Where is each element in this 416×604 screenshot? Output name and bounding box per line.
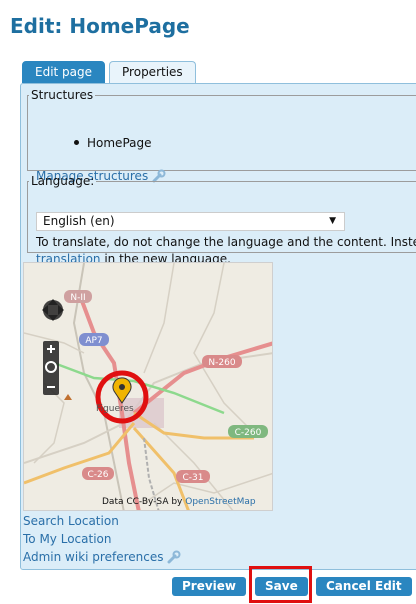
wrench-icon — [167, 550, 181, 564]
search-location-link[interactable]: Search Location — [23, 514, 119, 528]
structures-fieldset: Structures HomePage Manage structures — [27, 88, 416, 183]
road-label-c-260: C-260 — [235, 428, 262, 438]
language-selected-value: English (en) — [43, 214, 115, 228]
structure-name[interactable]: HomePage — [87, 136, 152, 150]
admin-wiki-preferences-label: Admin wiki preferences — [23, 550, 164, 564]
road-label-n-260: N-260 — [208, 358, 235, 368]
map-attribution: Data CC-By-SA by OpenStreetMap — [102, 497, 256, 507]
road-shield: AP7 — [79, 333, 109, 346]
preview-button[interactable]: Preview — [172, 577, 247, 596]
save-button[interactable]: Save — [255, 577, 308, 596]
location-map[interactable]: N-II AP7 N-260 C-260 C-26 C-31 Figueres … — [23, 262, 273, 511]
tab-bar: Edit page Properties — [22, 61, 200, 83]
page-title: Edit: HomePage — [10, 14, 190, 38]
admin-wiki-preferences-link[interactable]: Admin wiki preferences — [23, 550, 181, 564]
map-canvas[interactable]: N-II AP7 N-260 C-260 C-26 C-31 Figueres — [24, 263, 273, 511]
structures-legend: Structures — [31, 88, 94, 102]
map-attribution-text: Data CC-By-SA by — [102, 497, 186, 507]
road-label-c-26: C-26 — [88, 470, 109, 480]
openstreetmap-link[interactable]: OpenStreetMap — [185, 497, 255, 507]
my-location-link[interactable]: To My Location — [23, 532, 111, 546]
road-shield: N-II — [64, 290, 92, 303]
translation-note-text: To translate, do not change the language… — [36, 235, 416, 249]
road-shield: N-260 — [202, 355, 242, 368]
tab-properties[interactable]: Properties — [109, 61, 196, 83]
dropdown-arrow-icon: ▼ — [329, 216, 336, 226]
edit-panel: Structures HomePage Manage structures La… — [20, 83, 416, 570]
map-zoom-control[interactable] — [43, 341, 59, 395]
road-shield: C-26 — [82, 467, 114, 480]
road-shield: C-260 — [228, 425, 268, 438]
language-fieldset: Language: English (en) ▼ To translate, d… — [27, 174, 416, 266]
road-label-ap7: AP7 — [85, 336, 102, 346]
cancel-edit-button[interactable]: Cancel Edit — [316, 577, 412, 596]
road-shield: C-31 — [176, 470, 210, 483]
list-item: HomePage — [74, 136, 152, 150]
structures-list: HomePage — [74, 136, 152, 150]
language-legend: Language: — [31, 174, 95, 188]
road-label-c-31: C-31 — [183, 473, 204, 483]
road-label-n-ii: N-II — [70, 293, 85, 303]
language-select[interactable]: English (en) ▼ — [36, 212, 345, 231]
town-label: Figueres — [96, 404, 134, 414]
bullet-icon — [74, 140, 79, 145]
tab-edit-page[interactable]: Edit page — [22, 61, 106, 83]
